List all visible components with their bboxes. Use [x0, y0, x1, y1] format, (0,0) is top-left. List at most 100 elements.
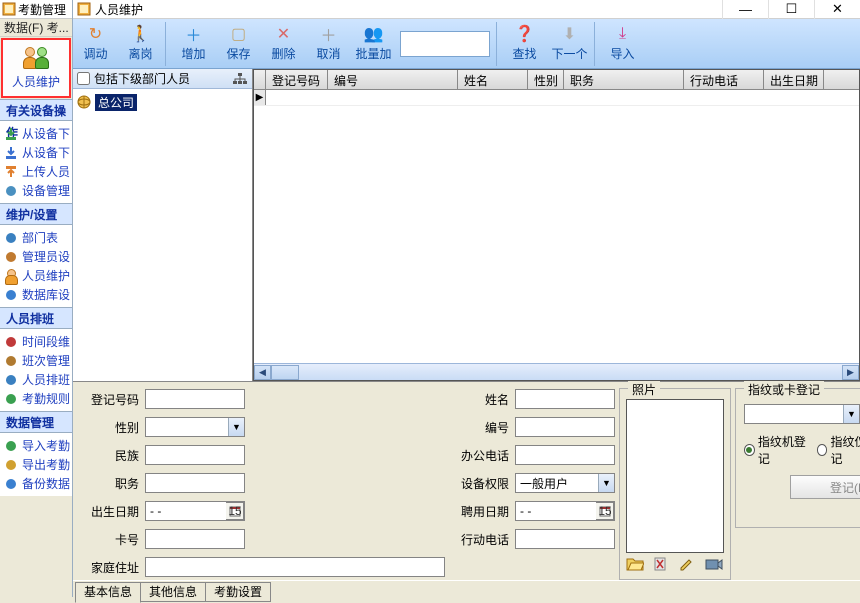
tree-root-node[interactable]: 总公司: [77, 93, 248, 111]
grid-column-header[interactable]: 行动电话: [684, 70, 764, 89]
people-maint-button-highlighted[interactable]: 人员维护: [1, 38, 71, 98]
sidebar-item[interactable]: 考勤规则: [2, 389, 70, 408]
form-tab-2[interactable]: 考勤设置: [205, 582, 271, 602]
sidebar-item[interactable]: 备份数据...: [2, 474, 70, 493]
form-input-登记号码[interactable]: [145, 389, 245, 409]
photo-group-title: 照片: [628, 381, 660, 398]
sidebar-item-label: 设备管理: [22, 182, 70, 199]
sidebar-item[interactable]: 管理员设...: [2, 247, 70, 266]
open-folder-icon[interactable]: [626, 556, 644, 572]
grid-row-current[interactable]: ▶: [254, 90, 859, 106]
people-grid: 登记号码编号姓名性别职务行动电话出生日期 ▶ ◀ ▶: [253, 69, 860, 381]
form-input-编号[interactable]: [515, 417, 615, 437]
grid-hscrollbar[interactable]: ◀ ▶: [254, 363, 859, 380]
toolbar-导入-button[interactable]: ⤓导入: [600, 21, 645, 67]
sidebar-item[interactable]: 从设备下...: [2, 124, 70, 143]
form-label: 性别: [79, 419, 139, 436]
chevron-down-icon: ▼: [598, 474, 614, 492]
form-tab-1[interactable]: 其他信息: [140, 582, 206, 602]
toolbar-取消-button[interactable]: ＋取消: [306, 21, 351, 67]
minimize-button[interactable]: —: [722, 0, 768, 19]
form-input-民族[interactable]: [145, 445, 245, 465]
detail-form: 登记号码性别▼民族职务出生日期 - -15卡号家庭住址 姓名编号办公电话设备权限…: [73, 381, 860, 597]
form-date-出生日期[interactable]: - -15: [145, 501, 245, 521]
form-input-卡号[interactable]: [145, 529, 245, 549]
register-button[interactable]: 登记(E): [790, 475, 860, 499]
people-icon: [4, 269, 18, 283]
form-date-聘用日期[interactable]: - -15: [515, 501, 615, 521]
sidebar-sections: 有关设备操作从设备下...从设备下...上传人员...设备管理维护/设置部门表管…: [0, 99, 72, 496]
grid-column-header[interactable]: 职务: [564, 70, 684, 89]
sidebar-item[interactable]: 部门表: [2, 228, 70, 247]
toolbar-删除-button[interactable]: ✕删除: [261, 21, 306, 67]
grid-column-header[interactable]: 登记号码: [266, 70, 328, 89]
form-input-办公电话[interactable]: [515, 445, 615, 465]
toolbar-保存-button[interactable]: ▢保存: [216, 21, 261, 67]
fp-radio-1[interactable]: 指纹仪登记: [817, 433, 860, 467]
toolbar-批量加-button[interactable]: 👥批量加: [351, 21, 396, 67]
form-combo-设备权限[interactable]: 一般用户▼: [515, 473, 615, 493]
toolbar-label: 批量加: [355, 45, 391, 62]
fp-device-combo[interactable]: ▼: [744, 404, 860, 424]
form-input-行动电话[interactable]: [515, 529, 615, 549]
sidebar-item[interactable]: 班次管理: [2, 351, 70, 370]
radio-icon: [817, 444, 828, 456]
toolbar-下一个-button[interactable]: ⬇下一个: [547, 21, 592, 67]
parent-menu[interactable]: 数据(F) 考...: [0, 19, 72, 37]
toolbar-调动-button[interactable]: ↻调动: [73, 21, 118, 67]
calendar-icon[interactable]: 15: [596, 502, 614, 520]
chevron-down-icon: ▼: [843, 405, 859, 423]
sidebar-section-body: 部门表管理员设...人员维护数据库设...: [0, 225, 72, 307]
toolbar-离岗-button[interactable]: 🚶离岗: [118, 21, 163, 67]
maximize-button[interactable]: ☐: [768, 0, 814, 19]
sidebar-item-label: 导入考勤...: [22, 437, 70, 454]
sidebar-section-header[interactable]: 数据管理: [0, 411, 72, 433]
close-button[interactable]: ✕: [814, 0, 860, 19]
sidebar-item[interactable]: 数据库设...: [2, 285, 70, 304]
scroll-left-button[interactable]: ◀: [254, 365, 271, 380]
delete-photo-icon[interactable]: [652, 556, 670, 572]
grid-header: 登记号码编号姓名性别职务行动电话出生日期: [254, 70, 859, 90]
sidebar-item[interactable]: 时间段维...: [2, 332, 70, 351]
sidebar-item[interactable]: 人员维护: [2, 266, 70, 285]
form-input-姓名[interactable]: [515, 389, 615, 409]
scroll-right-button[interactable]: ▶: [842, 365, 859, 380]
sidebar-item[interactable]: 人员排班: [2, 370, 70, 389]
toolbar-icon: ⬇: [560, 25, 580, 43]
edit-photo-icon[interactable]: [678, 556, 696, 572]
grid-body[interactable]: ▶: [254, 90, 859, 363]
sidebar-section-header[interactable]: 维护/设置: [0, 203, 72, 225]
form-tab-0[interactable]: 基本信息: [75, 582, 141, 603]
form-input-家庭住址[interactable]: [145, 557, 445, 577]
fp-radio-0[interactable]: 指纹机登记: [744, 433, 811, 467]
sidebar-item[interactable]: 上传人员...: [2, 162, 70, 181]
grid-column-header[interactable]: 编号: [328, 70, 458, 89]
fp-group-title: 指纹或卡登记: [744, 381, 824, 398]
download-blue-icon: [4, 146, 18, 160]
camera-icon[interactable]: [704, 556, 724, 572]
sidebar-item[interactable]: 导入考勤...: [2, 436, 70, 455]
toolbar-icon: ＋: [184, 25, 204, 43]
toolbar-search-input[interactable]: [400, 31, 490, 57]
grid-column-header[interactable]: 出生日期: [764, 70, 824, 89]
grid-column-header[interactable]: 性别: [528, 70, 564, 89]
form-input-职务[interactable]: [145, 473, 245, 493]
toolbar-查找-button[interactable]: ❓查找: [502, 21, 547, 67]
sidebar-item[interactable]: 从设备下...: [2, 143, 70, 162]
sidebar-item[interactable]: 导出考勤...: [2, 455, 70, 474]
form-label: 行动电话: [449, 531, 509, 548]
form-combo-性别[interactable]: ▼: [145, 417, 245, 437]
sidebar-section-header[interactable]: 有关设备操作: [0, 99, 72, 121]
org-icon[interactable]: [232, 72, 248, 86]
scroll-thumb[interactable]: [271, 365, 299, 380]
sidebar-section-header[interactable]: 人员排班: [0, 307, 72, 329]
svg-text:15: 15: [599, 505, 611, 517]
toolbar-增加-button[interactable]: ＋增加: [171, 21, 216, 67]
include-sub-dept-checkbox[interactable]: [77, 72, 90, 85]
grid-column-header[interactable]: 姓名: [458, 70, 528, 89]
sidebar-item[interactable]: 设备管理: [2, 181, 70, 200]
radio-icon: [744, 444, 755, 456]
form-label: 姓名: [449, 391, 509, 408]
calendar-icon[interactable]: 15: [226, 502, 244, 520]
backup-icon: [4, 477, 18, 491]
